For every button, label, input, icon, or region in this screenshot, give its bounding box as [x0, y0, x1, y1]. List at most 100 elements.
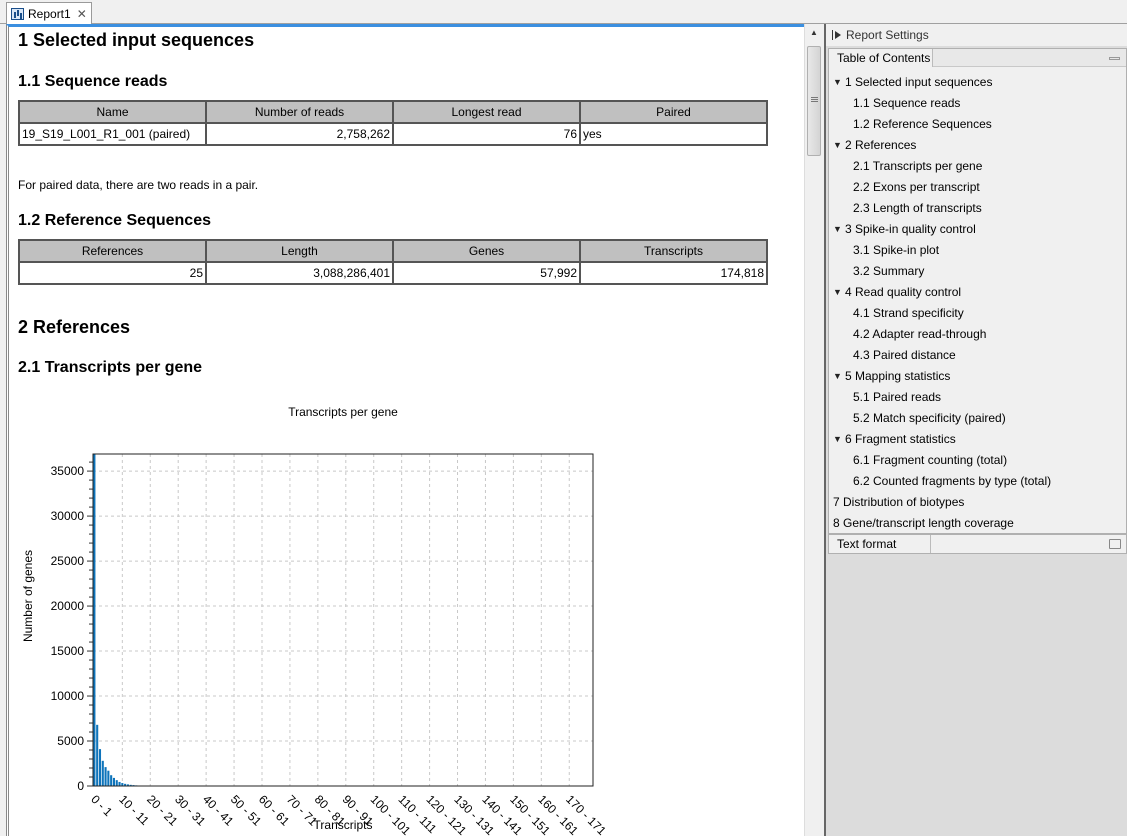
- scroll-thumb[interactable]: [807, 46, 821, 156]
- toc-item[interactable]: 6.2 Counted fragments by type (total): [833, 470, 1123, 491]
- toc-item-label: 6.2 Counted fragments by type (total): [853, 473, 1052, 488]
- toc-item[interactable]: ▼ 6 Fragment statistics: [833, 428, 1123, 449]
- toc-item-label: 1 Selected input sequences: [845, 74, 993, 89]
- toc-item-label: 5 Mapping statistics: [845, 368, 951, 383]
- bar: [93, 454, 96, 786]
- table-header: Paired: [579, 100, 768, 124]
- toc-list: ▼ 1 Selected input sequences 1.1 Sequence …: [833, 71, 1123, 533]
- toc-item-label: 5.1 Paired reads: [853, 389, 942, 404]
- y-tick-label: 5000: [57, 734, 84, 748]
- table-row: 19_S19_L001_R1_001 (paired) 2,758,262 76…: [18, 122, 768, 146]
- y-axis-ticks: 0 5000 10000 15000 20000 25000 30000 35000: [51, 461, 93, 793]
- toc-item[interactable]: 1.2 Reference Sequences: [833, 113, 1123, 134]
- toc-item[interactable]: 4.3 Paired distance: [833, 344, 1123, 365]
- plot-frame: [92, 453, 594, 787]
- grip-icon: [811, 97, 818, 98]
- tab-report1[interactable]: Report1 ✕: [6, 2, 92, 24]
- paired-note: For paired data, there are two reads in …: [18, 178, 259, 192]
- toc-item-label: 1.2 Reference Sequences: [853, 116, 992, 131]
- side-panel: Report Settings Table of Contents ▼ 1 Sel…: [824, 24, 1127, 836]
- toc-item[interactable]: ▼ 3 Spike-in quality control: [833, 218, 1123, 239]
- bar: [110, 775, 113, 786]
- close-icon[interactable]: ✕: [77, 7, 87, 21]
- bar: [115, 780, 118, 786]
- toc-item[interactable]: ▼ 1 Selected input sequences: [833, 71, 1123, 92]
- section-1-heading: 1 Selected input sequences: [18, 30, 255, 50]
- bar: [107, 770, 110, 786]
- minimize-icon[interactable]: [1109, 57, 1120, 60]
- section-1-2-heading: 1.2 Reference Sequences: [18, 212, 211, 229]
- table-of-contents-panel: Table of Contents ▼ 1 Selected input sequ…: [828, 48, 1127, 534]
- toc-item[interactable]: 8 Gene/transcript length coverage: [833, 512, 1123, 533]
- toc-item[interactable]: ▼ 4 Read quality control: [833, 281, 1123, 302]
- table-cell: 174,818: [579, 261, 768, 285]
- tab-table-of-contents[interactable]: Table of Contents: [829, 49, 933, 67]
- report-settings-label: Report Settings: [846, 28, 929, 42]
- toc-item[interactable]: 2.3 Length of transcripts: [833, 197, 1123, 218]
- table-cell: 76: [392, 122, 581, 146]
- y-tick-label: 0: [77, 779, 84, 793]
- expand-triangle-icon[interactable]: ▼: [833, 224, 845, 234]
- table-cell: 3,088,286,401: [205, 261, 394, 285]
- table-header: Name: [18, 100, 207, 124]
- toc-item-label: 7 Distribution of biotypes: [833, 494, 965, 509]
- toc-item-label: 3 Spike-in quality control: [845, 221, 976, 236]
- text-format-panel: Text format: [828, 534, 1127, 554]
- toc-item[interactable]: ▼ 2 References: [833, 134, 1123, 155]
- table-cell: 25: [18, 261, 207, 285]
- table-cell: 19_S19_L001_R1_001 (paired): [18, 122, 207, 146]
- toc-item[interactable]: 3.2 Summary: [833, 260, 1123, 281]
- toc-item-label: 6.1 Fragment counting (total): [853, 452, 1008, 467]
- toc-item-label: 2 References: [845, 137, 917, 152]
- report-settings-header[interactable]: Report Settings: [826, 24, 1127, 46]
- table-header: Length: [205, 239, 394, 263]
- expand-triangle-icon[interactable]: ▼: [833, 371, 845, 381]
- toc-item[interactable]: 2.1 Transcripts per gene: [833, 155, 1123, 176]
- toc-item[interactable]: 4.2 Adapter read-through: [833, 323, 1123, 344]
- table-header: Number of reads: [205, 100, 394, 124]
- toc-item-label: 6 Fragment statistics: [845, 431, 956, 446]
- toc-item[interactable]: 2.2 Exons per transcript: [833, 176, 1123, 197]
- y-axis-label: Number of genes: [21, 550, 35, 642]
- toc-item[interactable]: ▼ 5 Mapping statistics: [833, 365, 1123, 386]
- sequence-reads-table: Name Number of reads Longest read Paired…: [18, 100, 768, 146]
- toc-item[interactable]: 6.1 Fragment counting (total): [833, 449, 1123, 470]
- expand-triangle-icon[interactable]: ▼: [833, 140, 845, 150]
- toc-item[interactable]: 5.2 Match specificity (paired): [833, 407, 1123, 428]
- bar: [101, 760, 104, 786]
- table-header: Genes: [392, 239, 581, 263]
- toc-item[interactable]: 5.1 Paired reads: [833, 386, 1123, 407]
- reference-sequences-table: References Length Genes Transcripts 25 3…: [18, 239, 768, 285]
- toc-item[interactable]: 1.1 Sequence reads: [833, 92, 1123, 113]
- scroll-up-arrow-icon[interactable]: ▲: [805, 28, 823, 42]
- toc-item-label: 4.3 Paired distance: [853, 347, 956, 362]
- tab-text-format[interactable]: Text format: [829, 535, 931, 553]
- toc-item-label: 4.2 Adapter read-through: [853, 326, 987, 341]
- bar: [118, 781, 121, 786]
- y-tick-label: 25000: [51, 554, 85, 568]
- expand-triangle-icon[interactable]: ▼: [833, 77, 845, 87]
- grid-lines: [93, 454, 593, 786]
- y-tick-label: 10000: [51, 689, 85, 703]
- report-chart-icon: [11, 7, 24, 20]
- y-tick-label: 15000: [51, 644, 85, 658]
- toc-item-label: 1.1 Sequence reads: [853, 95, 961, 110]
- table-cell: 2,758,262: [205, 122, 394, 146]
- table-cell: 57,992: [392, 261, 581, 285]
- table-cell: yes: [579, 122, 768, 146]
- toc-item-label: 2.3 Length of transcripts: [853, 200, 982, 215]
- toc-item-label: 5.2 Match specificity (paired): [853, 410, 1006, 425]
- toc-item[interactable]: 3.1 Spike-in plot: [833, 239, 1123, 260]
- table-header: References: [18, 239, 207, 263]
- toc-item[interactable]: 7 Distribution of biotypes: [833, 491, 1123, 512]
- folder-icon[interactable]: [1109, 539, 1121, 549]
- x-tick-label: 10 - 11: [116, 792, 152, 828]
- y-tick-label: 20000: [51, 599, 85, 613]
- expand-panel-icon: [832, 30, 841, 40]
- expand-triangle-icon[interactable]: ▼: [833, 287, 845, 297]
- toc-item-label: 8 Gene/transcript length coverage: [833, 515, 1014, 530]
- vertical-scrollbar[interactable]: ▲: [804, 24, 822, 836]
- toc-item-label: 4.1 Strand specificity: [853, 305, 964, 320]
- expand-triangle-icon[interactable]: ▼: [833, 434, 845, 444]
- toc-item[interactable]: 4.1 Strand specificity: [833, 302, 1123, 323]
